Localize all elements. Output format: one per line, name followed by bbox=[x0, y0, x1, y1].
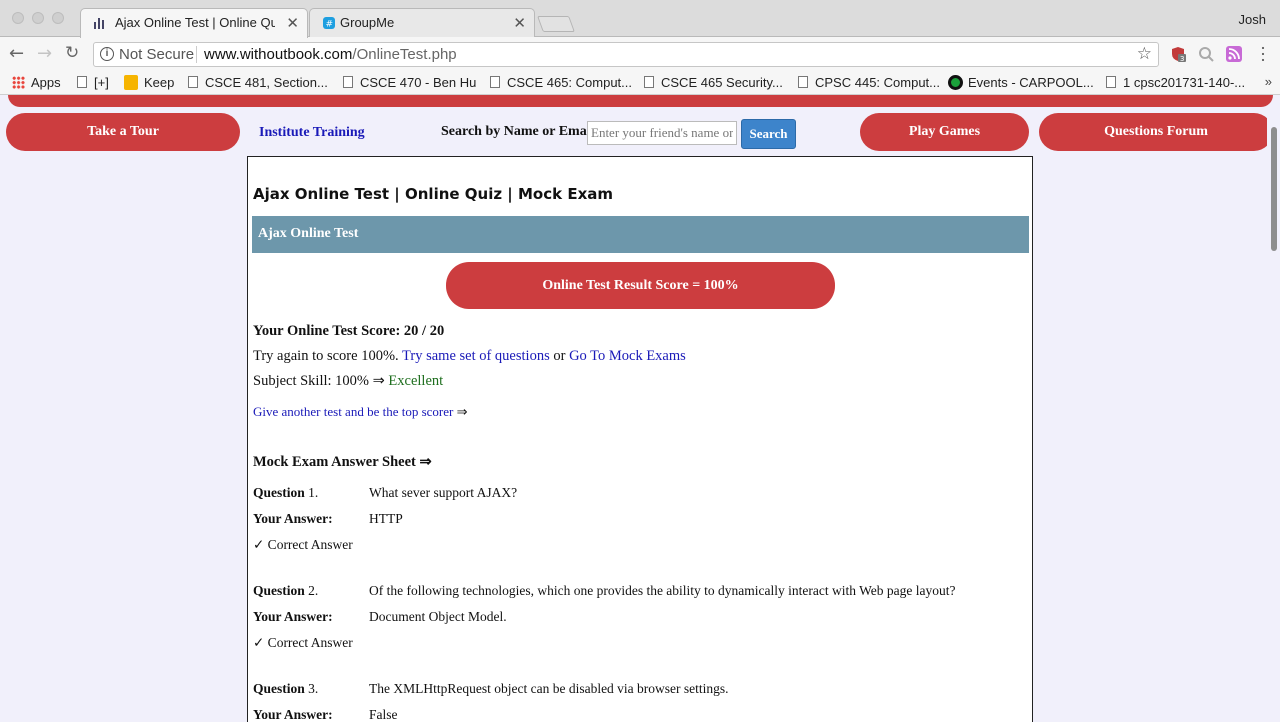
back-arrow-icon[interactable]: ← bbox=[9, 43, 24, 64]
question-number: Question 1. bbox=[253, 485, 319, 500]
your-answer-label: Your Answer: bbox=[253, 511, 333, 526]
tab-title: Ajax Online Test | Online Quiz | Mock Ex… bbox=[115, 15, 275, 30]
rss-feed-icon[interactable] bbox=[1226, 46, 1242, 62]
zoom-window-button[interactable] bbox=[52, 12, 64, 24]
bookmark-plus[interactable]: [+] bbox=[77, 75, 109, 90]
play-games-button[interactable]: Play Games bbox=[860, 113, 1029, 151]
institute-training-link[interactable]: Institute Training bbox=[259, 125, 365, 141]
answer-value: False bbox=[369, 707, 398, 722]
carpool-icon bbox=[948, 75, 963, 90]
tab-ajax-online-test[interactable]: Ajax Online Test | Online Quiz | Mock Ex… bbox=[80, 8, 308, 38]
correct-answer-status: ✓ Correct Answer bbox=[253, 635, 353, 650]
browser-menu-icon[interactable]: · · · bbox=[1260, 39, 1266, 69]
extension-badge: 3 bbox=[1180, 55, 1184, 62]
take-a-tour-button[interactable]: Take a Tour bbox=[6, 113, 240, 151]
tab-groupme[interactable]: # GroupMe ✕ bbox=[309, 8, 535, 37]
page-title: Ajax Online Test | Online Quiz | Mock Ex… bbox=[253, 185, 613, 203]
page-icon bbox=[343, 76, 353, 88]
mock-exams-link[interactable]: Go To Mock Exams bbox=[569, 348, 686, 364]
bookmarks-bar: Apps [+] Keep CSCE 481, Section... CSCE … bbox=[0, 71, 1280, 95]
your-answer-label: Your Answer: bbox=[253, 609, 333, 624]
scrollbar-thumb[interactable] bbox=[1271, 127, 1277, 251]
page-icon bbox=[490, 76, 500, 88]
subject-skill-line: Subject Skill: 100% ⇒ Excellent bbox=[253, 373, 444, 389]
friend-search-input[interactable] bbox=[587, 121, 737, 145]
page-icon bbox=[798, 76, 808, 88]
answer-value: HTTP bbox=[369, 511, 403, 526]
answer-sheet-title: Mock Exam Answer Sheet ⇒ bbox=[253, 454, 432, 470]
close-tab-icon[interactable]: ✕ bbox=[513, 14, 526, 32]
question-text: Of the following technologies, which one… bbox=[369, 583, 956, 598]
bookmark-keep[interactable]: Keep bbox=[124, 75, 174, 90]
close-tab-icon[interactable]: ✕ bbox=[286, 14, 299, 32]
withoutbook-favicon-icon bbox=[94, 18, 104, 29]
svg-text:#: # bbox=[326, 20, 334, 30]
search-button[interactable]: Search bbox=[741, 119, 796, 149]
shield-extension-icon[interactable]: 3 bbox=[1170, 46, 1186, 62]
try-again-line: Try again to score 100%. Try same set of… bbox=[253, 348, 686, 364]
bookmark-csce470[interactable]: CSCE 470 - Ben Hu bbox=[343, 75, 476, 90]
security-label: Not Secure bbox=[119, 46, 195, 63]
info-icon[interactable]: i bbox=[100, 47, 114, 61]
bookmark-carpool[interactable]: Events - CARPOOL... bbox=[948, 75, 1094, 90]
another-test-link[interactable]: Give another test and be the top scorer bbox=[253, 404, 453, 419]
address-bar[interactable]: i Not Secure www.withoutbook.com/OnlineT… bbox=[93, 42, 1159, 67]
bookmark-csce465-comput[interactable]: CSCE 465: Comput... bbox=[490, 75, 632, 90]
omnibox-divider bbox=[196, 46, 197, 63]
test-result-panel: Ajax Online Test | Online Quiz | Mock Ex… bbox=[247, 156, 1033, 722]
top-red-strip bbox=[8, 95, 1273, 107]
bookmark-cpsc201731[interactable]: 1 cpsc201731-140-... bbox=[1106, 75, 1245, 90]
more-bookmarks-icon[interactable]: » bbox=[1265, 74, 1272, 89]
page-icon bbox=[188, 76, 198, 88]
bookmark-cpsc445[interactable]: CPSC 445: Comput... bbox=[798, 75, 940, 90]
url-text: www.withoutbook.com/OnlineTest.php bbox=[204, 46, 457, 63]
bookmark-csce481[interactable]: CSCE 481, Section... bbox=[188, 75, 328, 90]
magnifier-extension-icon[interactable] bbox=[1198, 46, 1214, 62]
correct-answer-status: ✓ Correct Answer bbox=[253, 537, 353, 552]
bookmark-star-icon[interactable]: ☆ bbox=[1137, 44, 1152, 64]
tab-strip: Ajax Online Test | Online Quiz | Mock Ex… bbox=[0, 0, 1280, 38]
new-tab-button[interactable] bbox=[537, 16, 575, 32]
question-text: The XMLHttpRequest object can be disable… bbox=[369, 681, 729, 696]
skill-level: Excellent bbox=[388, 373, 444, 389]
try-same-questions-link[interactable]: Try same set of questions bbox=[402, 348, 550, 364]
page-icon bbox=[77, 76, 87, 88]
questions-forum-button[interactable]: Questions Forum bbox=[1039, 113, 1273, 151]
bookmark-csce465-security[interactable]: CSCE 465 Security... bbox=[644, 75, 783, 90]
question-number: Question 3. bbox=[253, 681, 319, 696]
browser-toolbar: ← → ↻ i Not Secure www.withoutbook.com/O… bbox=[0, 37, 1280, 71]
question-text: What sever support AJAX? bbox=[369, 485, 518, 500]
page-icon bbox=[644, 76, 654, 88]
section-header: Ajax Online Test bbox=[252, 216, 1029, 253]
tab-title: GroupMe bbox=[340, 15, 395, 30]
search-label: Search by Name or Email bbox=[441, 124, 595, 139]
score-summary: Your Online Test Score: 20 / 20 bbox=[253, 323, 445, 339]
minimize-window-button[interactable] bbox=[32, 12, 44, 24]
answer-value: Document Object Model. bbox=[369, 609, 507, 624]
your-answer-label: Your Answer: bbox=[253, 707, 333, 722]
result-score-banner: Online Test Result Score = 100% bbox=[446, 262, 835, 309]
bookmark-apps[interactable]: Apps bbox=[12, 75, 61, 90]
apps-grid-icon bbox=[12, 76, 25, 89]
another-test-line: Give another test and be the top scorer … bbox=[253, 404, 468, 419]
profile-name[interactable]: Josh bbox=[1239, 12, 1266, 27]
close-window-button[interactable] bbox=[12, 12, 24, 24]
question-number: Question 2. bbox=[253, 583, 319, 598]
keep-icon bbox=[124, 75, 138, 90]
groupme-favicon-icon: # bbox=[323, 17, 335, 30]
reload-icon[interactable]: ↻ bbox=[65, 43, 79, 63]
forward-arrow-icon[interactable]: → bbox=[37, 43, 52, 64]
page-icon bbox=[1106, 76, 1116, 88]
